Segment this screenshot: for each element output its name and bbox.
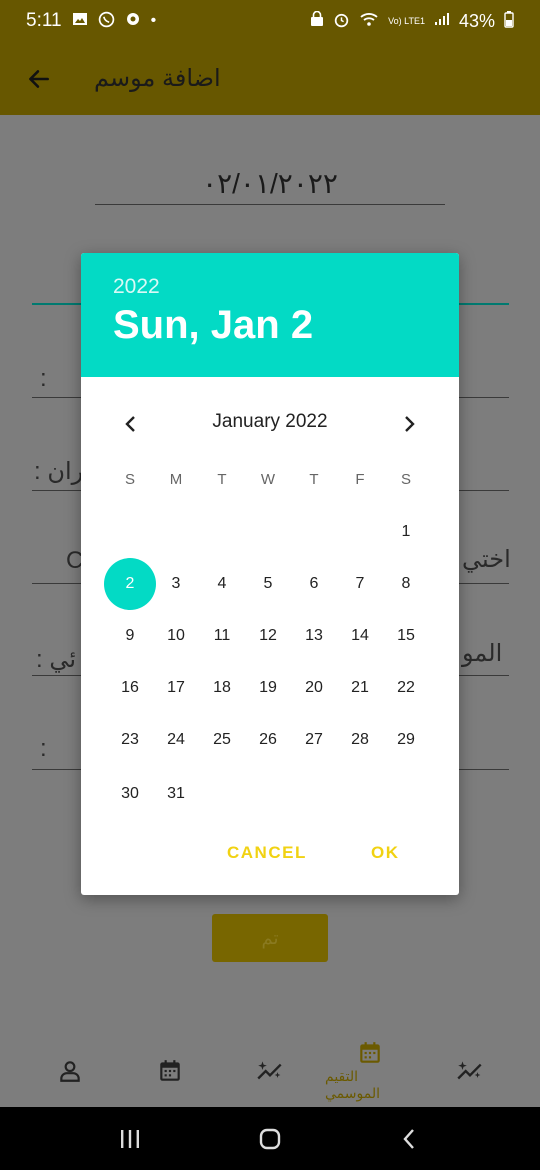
date-picker-dialog: 2022 Sun, Jan 2 January 2022 SMTWTFS 123… (81, 253, 459, 895)
weekday-label: T (217, 471, 227, 488)
system-back-button[interactable] (385, 1119, 435, 1159)
calendar-day[interactable]: 26 (245, 717, 291, 763)
status-bar: 5:11 • Vo) LTE1 43% (0, 0, 540, 42)
calendar-day[interactable]: 24 (153, 717, 199, 763)
gallery-icon (72, 11, 88, 31)
chevron-left-icon (403, 1128, 414, 1149)
form-label: : (40, 735, 47, 762)
calendar-day[interactable]: 31 (153, 771, 199, 817)
calendar-day[interactable]: 1 (383, 509, 429, 555)
nav-label: التقيم الموسمي (325, 1068, 380, 1101)
signal-icon (434, 12, 450, 30)
calendar-day[interactable]: 22 (383, 665, 429, 711)
lock-icon (310, 10, 324, 31)
calendar-icon (160, 1060, 180, 1081)
whatsapp-icon (98, 11, 115, 32)
home-button[interactable] (245, 1119, 295, 1159)
sparkle-trend-icon (457, 1061, 482, 1080)
weekday-label: S (124, 471, 135, 488)
form-label: اختي (462, 546, 511, 573)
bottom-nav: التقيم الموسمي (0, 1035, 540, 1107)
weekday-label: W (260, 471, 276, 488)
calendar-day[interactable]: 10 (153, 613, 199, 659)
calendar-day[interactable]: 18 (199, 665, 245, 711)
calendar-day[interactable]: 5 (245, 561, 291, 607)
calendar-day[interactable]: 29 (383, 717, 429, 763)
page-title: اضافة موسم (94, 65, 221, 92)
back-button[interactable] (24, 64, 54, 94)
calendar-day[interactable]: 9 (107, 613, 153, 659)
header-selected-date: Sun, Jan 2 (113, 303, 314, 347)
dialog-actions: CANCEL OK (81, 843, 459, 873)
calendar-day[interactable]: 7 (337, 561, 383, 607)
sync-icon (125, 11, 141, 31)
system-nav-bar (0, 1107, 540, 1170)
chevron-right-icon (405, 416, 415, 432)
cancel-button[interactable]: CANCEL (227, 843, 307, 863)
calendar-day[interactable]: 21 (337, 665, 383, 711)
wifi-icon (359, 11, 379, 31)
nav-item-calendar[interactable] (125, 1058, 215, 1084)
month-navigation: January 2022 (81, 403, 459, 443)
calendar-day[interactable]: 12 (245, 613, 291, 659)
dot-icon: • (150, 12, 157, 29)
status-time: 5:11 (26, 10, 62, 31)
alarm-icon (333, 11, 350, 32)
battery-percent: 43% (458, 10, 495, 31)
calendar-day[interactable]: 28 (337, 717, 383, 763)
calendar-day[interactable]: 4 (199, 561, 245, 607)
calendar-day[interactable]: 14 (337, 613, 383, 659)
calendar-day[interactable]: 8 (383, 561, 429, 607)
weekday-label: S (400, 471, 411, 488)
calendar-day[interactable]: 13 (291, 613, 337, 659)
calendar-day[interactable]: 3 (153, 561, 199, 607)
person-icon (60, 1061, 80, 1082)
form-label: ران : (34, 458, 84, 485)
weekday-label: M (169, 471, 183, 488)
calendar-day[interactable]: 30 (107, 771, 153, 817)
date-field[interactable]: ٠٢/٠١/٢٠٢٢ (95, 167, 445, 205)
calendar-day[interactable]: 11 (199, 613, 245, 659)
header-year[interactable]: 2022 (113, 275, 427, 299)
calendar-day[interactable]: 15 (383, 613, 429, 659)
calendar-day[interactable]: 16 (107, 665, 153, 711)
home-icon (259, 1128, 281, 1149)
calendar-day[interactable]: 27 (291, 717, 337, 763)
app-bar: اضافة موسم (0, 42, 540, 115)
weekday-label: F (355, 471, 365, 488)
form-label: ئي : (36, 646, 77, 673)
form-label: : (40, 365, 47, 392)
next-month-button[interactable] (394, 409, 424, 439)
calendar-day[interactable]: 25 (199, 717, 245, 763)
nav-item-seasonal-evaluation[interactable]: التقيم الموسمي (325, 1040, 415, 1102)
arrow-left-icon (29, 69, 49, 88)
calendar-day[interactable]: 17 (153, 665, 199, 711)
nav-item-profile[interactable] (25, 1058, 115, 1084)
sparkle-trend-icon (257, 1061, 282, 1080)
calendar-day[interactable]: 19 (245, 665, 291, 711)
recents-icon (121, 1129, 139, 1148)
form-label: المو (462, 640, 503, 667)
calendar-day[interactable]: 20 (291, 665, 337, 711)
calendar-active-icon (360, 1042, 380, 1063)
calendar-day[interactable]: 6 (291, 561, 337, 607)
nav-item-trends[interactable] (225, 1058, 315, 1084)
done-button[interactable]: تم (212, 914, 328, 962)
recents-button[interactable] (105, 1119, 155, 1159)
nav-item-trends-2[interactable] (425, 1058, 515, 1084)
dialog-header: 2022 Sun, Jan 2 (81, 253, 459, 377)
network-label: Vo) LTE1 (388, 15, 425, 26)
weekday-label: T (309, 471, 319, 488)
calendar-day-selected[interactable]: 2 (104, 558, 156, 610)
battery-icon (504, 10, 514, 32)
ok-button[interactable]: OK (371, 843, 400, 863)
calendar-day[interactable]: 23 (107, 717, 153, 763)
